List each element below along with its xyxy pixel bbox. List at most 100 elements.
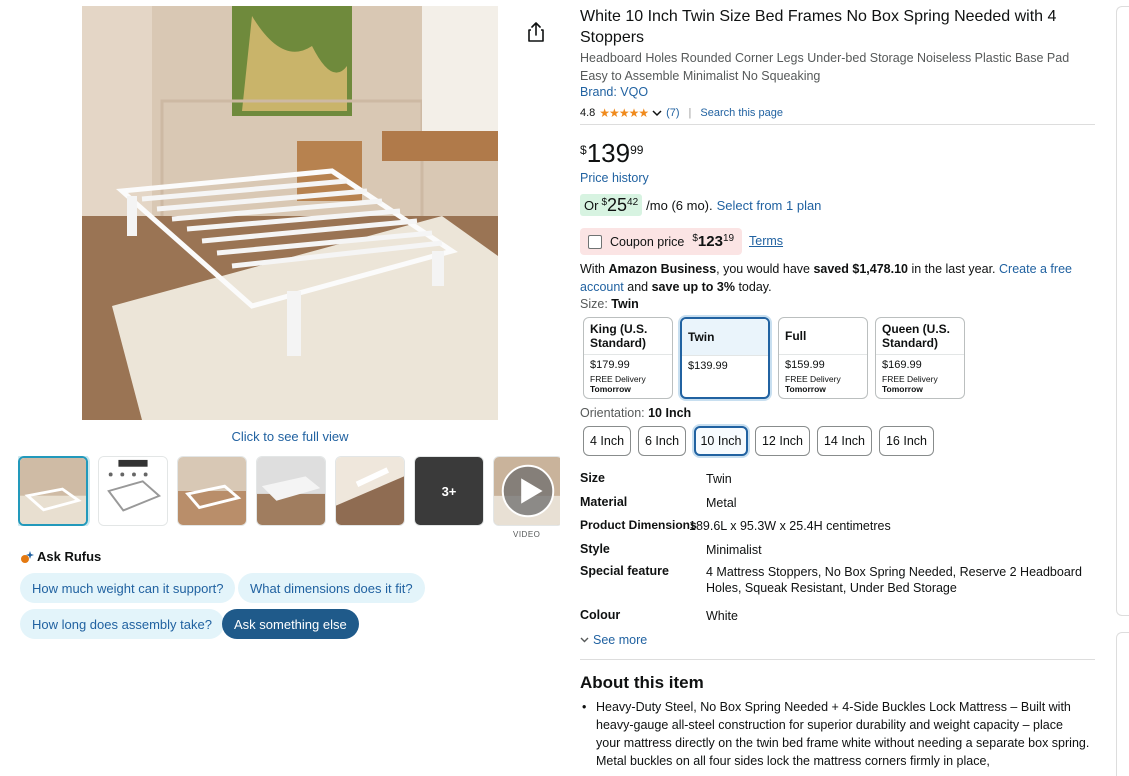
share-icon bbox=[528, 22, 544, 42]
size-option-name: Queen (U.S. Standard) bbox=[882, 322, 951, 350]
about-this-item-heading: About this item bbox=[580, 673, 704, 692]
thumbnail-image bbox=[20, 458, 86, 524]
review-count-link[interactable]: (7) bbox=[666, 107, 679, 119]
see-more-link[interactable]: See more bbox=[580, 633, 647, 647]
size-option-full[interactable]: Full $159.99 FREE Delivery Tomorrow bbox=[778, 317, 868, 399]
orientation-option-4-inch[interactable]: 4 Inch bbox=[583, 426, 631, 456]
orientation-label-text: Orientation: bbox=[580, 406, 645, 420]
divider: | bbox=[688, 107, 692, 119]
orientation-option-12-inch[interactable]: 12 Inch bbox=[755, 426, 810, 456]
monthly-or: Or bbox=[584, 198, 599, 213]
orientation-option-10-inch[interactable]: 10 Inch bbox=[694, 426, 748, 456]
size-option-queen[interactable]: Queen (U.S. Standard) $169.99 FREE Deliv… bbox=[875, 317, 965, 399]
spec-row-special-feature: Special feature 4 Mattress Stoppers, No … bbox=[580, 564, 1091, 596]
select-plan-link[interactable]: Select from 1 plan bbox=[717, 198, 822, 213]
spec-row-colour: Colour White bbox=[580, 608, 1091, 624]
coupon-label: Coupon price bbox=[610, 234, 685, 249]
spec-row-material: Material Metal bbox=[580, 495, 1091, 511]
thumbnail-1[interactable] bbox=[18, 456, 88, 526]
amazon-business-label: Amazon Business bbox=[608, 262, 717, 276]
rufus-question-assembly[interactable]: How long does assembly take? bbox=[20, 609, 224, 639]
spec-value: White bbox=[706, 609, 738, 623]
size-option-name: Full bbox=[785, 329, 807, 343]
coupon-fraction: 19 bbox=[722, 233, 735, 244]
size-option-price: $139.99 bbox=[682, 355, 768, 372]
see-more-label: See more bbox=[593, 633, 648, 647]
more-images-button[interactable]: 3+ bbox=[414, 456, 484, 526]
spec-key: Product Dimensions bbox=[580, 518, 697, 532]
spec-value: Minimalist bbox=[706, 543, 762, 557]
coupon-price: $ 123 19 bbox=[692, 233, 734, 250]
business-text: today. bbox=[734, 280, 772, 294]
divider-line bbox=[580, 659, 1095, 660]
share-button[interactable] bbox=[522, 18, 550, 46]
thumbnail-4[interactable] bbox=[256, 456, 326, 526]
size-option-twin[interactable]: Twin $139.99 bbox=[680, 317, 770, 399]
size-option-king[interactable]: King (U.S. Standard) $179.99 FREE Delive… bbox=[583, 317, 673, 399]
coupon-terms-link[interactable]: Terms bbox=[749, 234, 783, 248]
main-product-image[interactable] bbox=[82, 6, 498, 420]
spec-key: Size bbox=[580, 471, 606, 485]
price-symbol: $ bbox=[580, 143, 587, 157]
about-bullets: Heavy-Duty Steel, No Box Spring Needed +… bbox=[580, 698, 1090, 770]
ask-rufus-title: Ask Rufus bbox=[37, 549, 102, 564]
spec-row-dimensions: Product Dimensions 189.6L x 95.3W x 25.4… bbox=[580, 518, 1074, 534]
side-panel-edge bbox=[1116, 632, 1129, 776]
thumbnail-3[interactable] bbox=[177, 456, 247, 526]
product-title: White 10 Inch Twin Size Bed Frames No Bo… bbox=[580, 8, 1057, 46]
delivery-when: Tomorrow bbox=[882, 384, 923, 394]
chevron-down-icon[interactable] bbox=[652, 109, 662, 117]
spec-value: Twin bbox=[706, 472, 732, 486]
save-up-to: save up to 3% bbox=[651, 280, 735, 294]
thumbnail-image bbox=[178, 457, 246, 525]
spec-key: Material bbox=[580, 495, 628, 509]
spec-value: 4 Mattress Stoppers, No Box Spring Neede… bbox=[706, 565, 1082, 595]
rufus-question-dimensions[interactable]: What dimensions does it fit? bbox=[238, 573, 425, 603]
bed-frame-photo bbox=[82, 6, 498, 420]
full-view-link[interactable]: Click to see full view bbox=[82, 429, 498, 444]
divider-line bbox=[580, 124, 1095, 125]
buy-box-edge bbox=[1116, 6, 1129, 616]
thumbnail-image bbox=[336, 457, 404, 525]
rufus-icon bbox=[20, 550, 34, 564]
video-label: VIDEO bbox=[513, 530, 541, 539]
search-this-page-link[interactable]: Search this page bbox=[700, 107, 783, 119]
orientation-option-6-inch[interactable]: 6 Inch bbox=[638, 426, 686, 456]
orientation-option-16-inch[interactable]: 16 Inch bbox=[879, 426, 934, 456]
size-label: Size: Twin bbox=[580, 297, 639, 311]
size-option-delivery: FREE Delivery Tomorrow bbox=[584, 371, 672, 394]
monthly-suffix: /mo (6 mo). bbox=[646, 197, 713, 213]
amazon-business-note: With Amazon Business, you would have sav… bbox=[580, 260, 1085, 296]
thumbnail-2[interactable] bbox=[98, 456, 168, 526]
rating-value: 4.8 bbox=[580, 107, 596, 119]
size-selected-value: Twin bbox=[611, 297, 639, 311]
delivery-when: Tomorrow bbox=[590, 384, 631, 394]
spec-value: Metal bbox=[706, 496, 737, 510]
business-text: With bbox=[580, 262, 609, 276]
spec-key: Special feature bbox=[580, 564, 669, 578]
brand-link[interactable]: Brand: VQO bbox=[580, 85, 648, 99]
spec-row-size: Size Twin bbox=[580, 471, 1091, 487]
product-subtitle: Headboard Holes Rounded Corner Legs Unde… bbox=[580, 51, 1070, 83]
rufus-question-weight[interactable]: How much weight can it support? bbox=[20, 573, 236, 603]
spec-key: Colour bbox=[580, 608, 621, 622]
size-option-name: King (U.S. Standard) bbox=[590, 322, 648, 350]
thumbnail-5[interactable] bbox=[335, 456, 405, 526]
video-thumbnail[interactable] bbox=[493, 456, 560, 526]
business-text: and bbox=[623, 280, 652, 294]
chevron-down-icon bbox=[580, 637, 589, 643]
coupon-checkbox[interactable] bbox=[588, 234, 602, 249]
price-history-link[interactable]: Price history bbox=[580, 171, 649, 185]
video-thumbnail-image bbox=[494, 457, 560, 525]
size-option-delivery: FREE Delivery Tomorrow bbox=[876, 371, 964, 394]
coupon-whole: 123 bbox=[697, 233, 723, 250]
delivery-when: Tomorrow bbox=[785, 384, 826, 394]
monthly-whole: 25 bbox=[607, 195, 628, 215]
delivery-text: FREE Delivery bbox=[882, 374, 938, 384]
rufus-ask-something-else[interactable]: Ask something else bbox=[222, 609, 359, 639]
star-rating-icon[interactable]: ★★★★★ bbox=[599, 106, 649, 120]
size-label-text: Size: bbox=[580, 297, 608, 311]
spec-value: 189.6L x 95.3W x 25.4H centimetres bbox=[689, 519, 891, 533]
delivery-text: FREE Delivery bbox=[590, 374, 646, 384]
orientation-option-14-inch[interactable]: 14 Inch bbox=[817, 426, 872, 456]
